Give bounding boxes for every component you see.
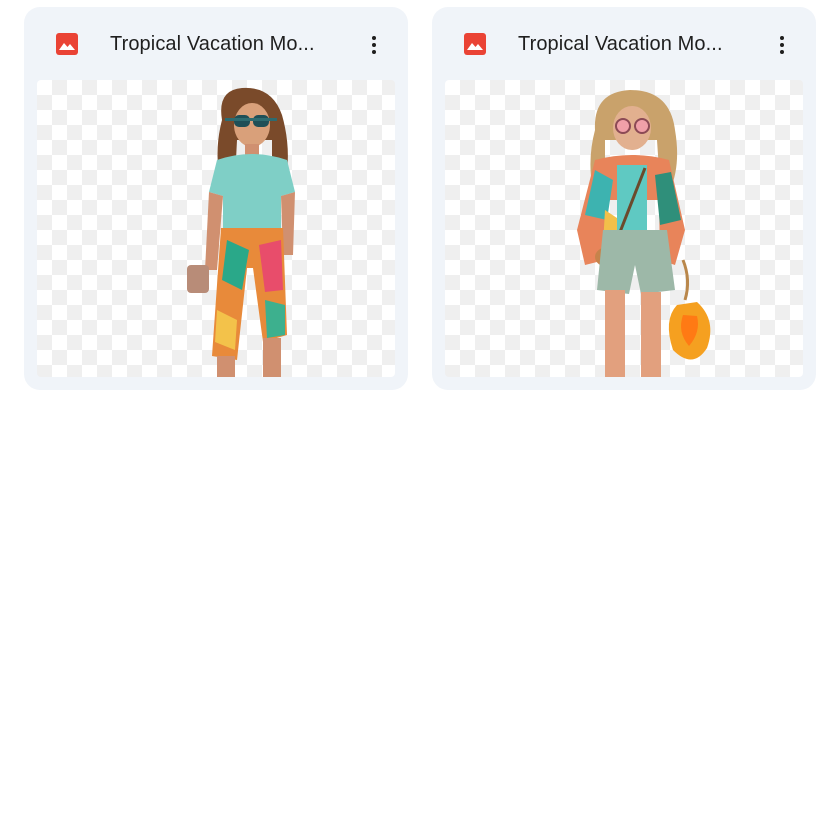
file-grid: Tropical Vacation Mo... Tropical Vacatio… [24,7,816,390]
image-file-icon [464,33,486,55]
more-vert-icon [780,36,784,54]
image-file-icon [56,33,78,55]
thumbnail-image [577,90,711,377]
file-title: Tropical Vacation Mo... [110,33,315,55]
file-title: Tropical Vacation Mo... [518,33,723,55]
more-options-button[interactable] [356,27,392,63]
file-card-header: Tropical Vacation Mo... [432,7,816,80]
file-card-header: Tropical Vacation Mo... [24,7,408,80]
more-vert-icon [372,36,376,54]
file-thumbnail[interactable] [445,80,803,377]
file-card[interactable]: Tropical Vacation Mo... [24,7,408,390]
file-thumbnail[interactable] [37,80,395,377]
thumbnail-image [187,87,295,377]
file-card[interactable]: Tropical Vacation Mo... [432,7,816,390]
more-options-button[interactable] [764,27,800,63]
